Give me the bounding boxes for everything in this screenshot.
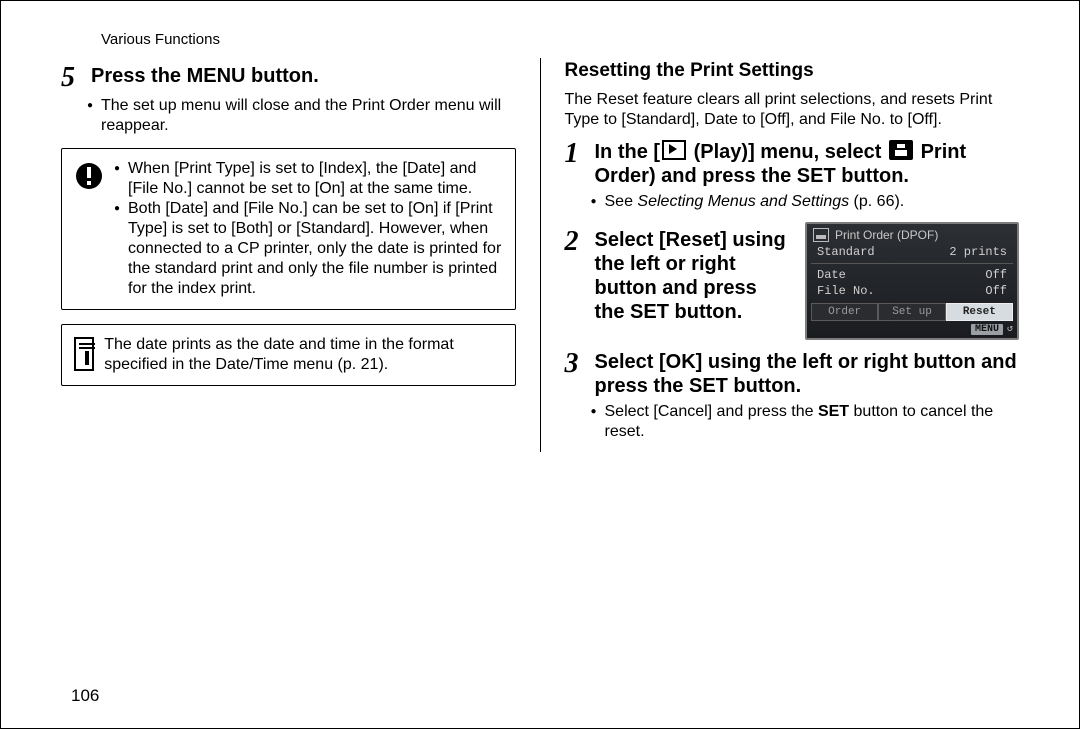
- step-1-title: In the [ (Play)] menu, select Print Orde…: [595, 140, 1020, 188]
- lcd-tab-order: Order: [811, 303, 878, 321]
- lcd-row1-value: 2 prints: [949, 245, 1007, 259]
- lcd-menu-label: MENU: [971, 324, 1003, 335]
- lcd-row3-value: Off: [985, 284, 1007, 298]
- lcd-title: Print Order (DPOF): [835, 228, 938, 242]
- page-number: 106: [71, 686, 99, 706]
- lcd-row-standard: Standard 2 prints: [807, 244, 1017, 260]
- print-order-icon: [889, 140, 913, 160]
- manual-page: Various Functions 5 Press the MENU butto…: [0, 0, 1080, 729]
- left-column: 5 Press the MENU button. The set up menu…: [61, 58, 516, 452]
- step-1-title-part1: In the [: [595, 141, 661, 163]
- step-2-title: Select [Reset] using the left or right b…: [595, 228, 788, 324]
- step-1-note: See Selecting Menus and Settings (p. 66)…: [591, 192, 1020, 212]
- right-section-title: Resetting the Print Settings: [565, 60, 1020, 82]
- step-2: 2 Select [Reset] using the left or right…: [565, 228, 788, 324]
- step-3-note-pre: Select [Cancel] and press the: [605, 403, 818, 420]
- step-2-text: 2 Select [Reset] using the left or right…: [565, 222, 788, 324]
- right-column: Resetting the Print Settings The Reset f…: [565, 58, 1020, 452]
- lcd-row2-value: Off: [985, 268, 1007, 282]
- lcd-menu-hint: MENU ↺: [811, 323, 1013, 335]
- caution-bullet-2: Both [Date] and [File No.] can be set to…: [114, 199, 503, 299]
- step-number: 5: [61, 64, 85, 92]
- lcd-tabs: Order Set up Reset: [811, 303, 1013, 321]
- return-icon: ↺: [1007, 323, 1013, 335]
- lcd-title-bar: Print Order (DPOF): [807, 224, 1017, 244]
- step-3: 3 Select [OK] using the left or right bu…: [565, 350, 1020, 398]
- step-3-title: Select [OK] using the left or right butt…: [595, 350, 1020, 398]
- lcd-tab-setup: Set up: [878, 303, 945, 321]
- memo-icon: [74, 337, 94, 371]
- step-3-note: Select [Cancel] and press the SET button…: [591, 402, 1020, 442]
- step-5: 5 Press the MENU button.: [61, 64, 516, 92]
- step-number: 2: [565, 228, 589, 256]
- memo-box: The date prints as the date and time in …: [61, 324, 516, 386]
- step-3-notes: Select [Cancel] and press the SET button…: [591, 402, 1020, 442]
- play-icon: [662, 140, 686, 160]
- two-column-layout: 5 Press the MENU button. The set up menu…: [61, 58, 1019, 452]
- right-intro: The Reset feature clears all print selec…: [565, 90, 1020, 130]
- caution-bullets: When [Print Type] is set to [Index], the…: [114, 159, 503, 299]
- caution-icon: [74, 161, 104, 197]
- caution-box: When [Print Type] is set to [Index], the…: [61, 148, 516, 310]
- column-divider: [540, 58, 541, 452]
- lcd-row-fileno: File No. Off: [807, 283, 1017, 299]
- lcd-row-date: Date Off: [807, 267, 1017, 283]
- step-5-note-1: The set up menu will close and the Print…: [87, 96, 516, 136]
- lcd-row2-label: Date: [817, 268, 846, 282]
- caution-bullet-1: When [Print Type] is set to [Index], the…: [114, 159, 503, 199]
- step-1-notes: See Selecting Menus and Settings (p. 66)…: [591, 192, 1020, 212]
- step-1-note-ref: Selecting Menus and Settings: [637, 193, 849, 210]
- section-header: Various Functions: [101, 31, 1019, 48]
- step-number: 3: [565, 350, 589, 378]
- step-2-row: 2 Select [Reset] using the left or right…: [565, 222, 1020, 340]
- step-number: 1: [565, 140, 589, 168]
- step-1-note-post: (p. 66).: [849, 193, 904, 210]
- memo-text: The date prints as the date and time in …: [104, 335, 502, 375]
- lcd-screenshot: Print Order (DPOF) Standard 2 prints Dat…: [805, 222, 1019, 340]
- step-3-note-bold: SET: [818, 403, 849, 420]
- step-title: Press the MENU button.: [91, 64, 319, 88]
- lcd-row3-label: File No.: [817, 284, 875, 298]
- step-1-note-pre: See: [605, 193, 638, 210]
- step-1: 1 In the [ (Play)] menu, select Print Or…: [565, 140, 1020, 188]
- lcd-tab-reset: Reset: [946, 303, 1013, 321]
- step-5-notes: The set up menu will close and the Print…: [87, 96, 516, 136]
- step-1-title-part2: (Play)] menu, select: [688, 141, 887, 163]
- lcd-separator: [811, 263, 1013, 264]
- printer-icon: [813, 228, 829, 242]
- lcd-row1-label: Standard: [817, 245, 875, 259]
